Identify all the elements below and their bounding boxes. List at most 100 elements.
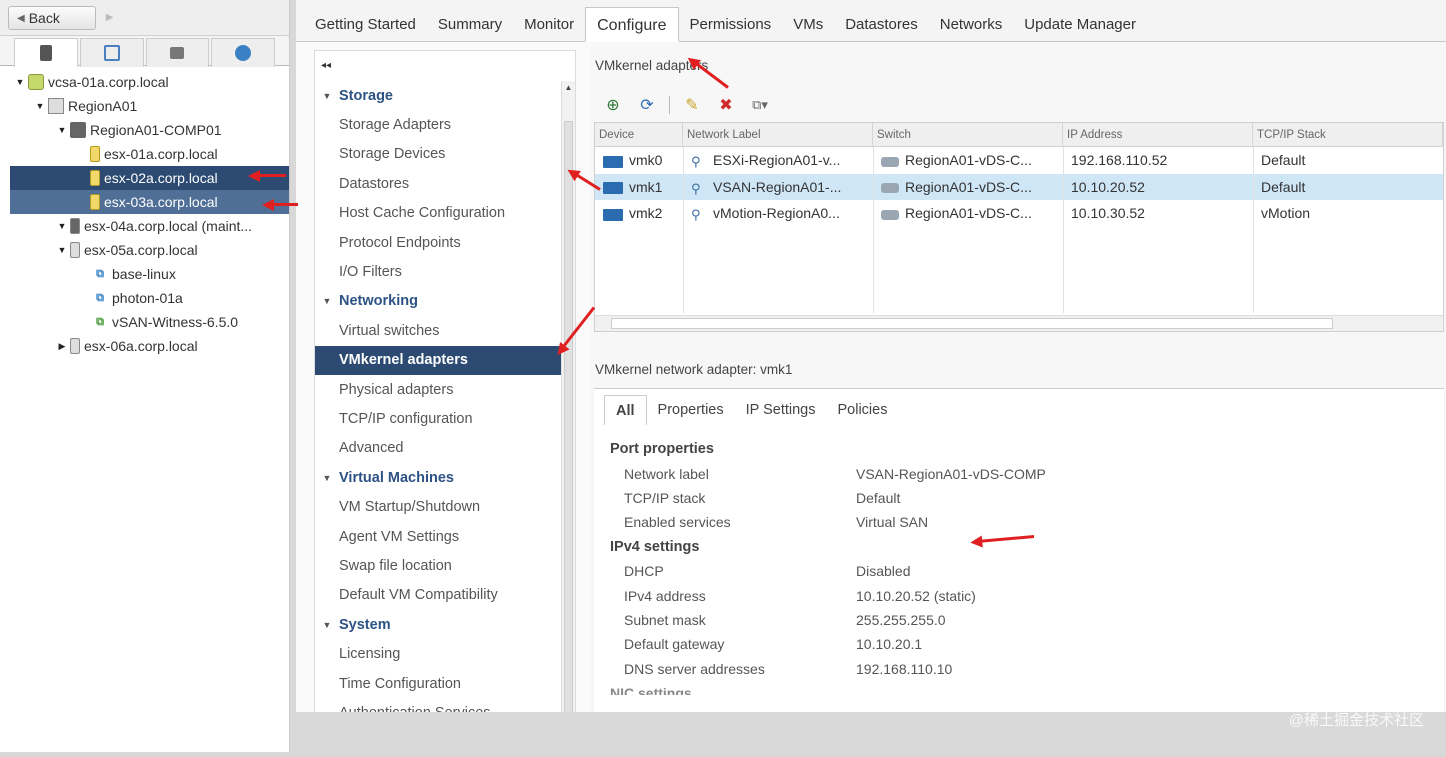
settings-item-virtual-switches[interactable]: Virtual switches xyxy=(315,316,575,345)
column-header-ip-address[interactable]: IP Address xyxy=(1063,123,1253,146)
settings-item-storage-adapters[interactable]: Storage Adapters xyxy=(315,110,575,139)
column-header-tcpip-stack[interactable]: TCP/IP Stack xyxy=(1253,123,1443,146)
settings-item-vmkernel-adapters[interactable]: VMkernel adapters xyxy=(315,345,575,375)
tree-item-vcenter[interactable]: ▼ vcsa-01a.corp.local xyxy=(0,70,289,94)
settings-item-tcpip-configuration[interactable]: TCP/IP configuration xyxy=(315,404,575,433)
cell-tcpip-stack: Default xyxy=(1261,152,1306,169)
tab-monitor[interactable]: Monitor xyxy=(513,9,585,41)
prop-key: DNS server addresses xyxy=(624,660,765,677)
table-row-selected[interactable]: vmk1 ⚲ VSAN-RegionA01-... RegionA01-vDS-C… xyxy=(595,173,1443,200)
settings-item-datastores[interactable]: Datastores xyxy=(315,169,575,198)
table-horizontal-scrollbar[interactable] xyxy=(595,315,1443,331)
tab-hosts-and-clusters[interactable] xyxy=(14,38,78,67)
section-storage[interactable]: ▼ Storage xyxy=(315,81,575,110)
edit-pencil-icon[interactable]: ✎ xyxy=(680,94,704,116)
settings-item-host-cache[interactable]: Host Cache Configuration xyxy=(315,199,575,228)
settings-scrollbar[interactable]: ▲ ▼ xyxy=(561,81,575,751)
tab-properties[interactable]: Properties xyxy=(647,395,735,425)
forward-button[interactable]: ▶ xyxy=(100,6,120,30)
settings-item-agent-vm[interactable]: Agent VM Settings xyxy=(315,522,575,551)
tab-storage[interactable] xyxy=(145,38,210,67)
tree-item-vm[interactable]: ⧉ photon-01a xyxy=(0,286,289,310)
cell-network-label: vMotion-RegionA0... xyxy=(713,205,840,222)
settings-item-time-configuration[interactable]: Time Configuration xyxy=(315,669,575,698)
tab-configure[interactable]: Configure xyxy=(585,7,679,42)
tab-ip-settings[interactable]: IP Settings xyxy=(735,395,827,425)
section-virtual-machines[interactable]: ▼ Virtual Machines xyxy=(315,463,575,492)
tree-item-label: esx-06a.corp.local xyxy=(84,338,198,354)
tab-permissions[interactable]: Permissions xyxy=(679,9,783,41)
cell-network-label: VSAN-RegionA01-... xyxy=(713,178,842,195)
more-actions-icon[interactable]: ⧉▾ xyxy=(748,94,772,116)
settings-item-swap-file[interactable]: Swap file location xyxy=(315,551,575,580)
tree-item-host-hover[interactable]: esx-03a.corp.local xyxy=(10,190,289,214)
section-networking[interactable]: ▼ Networking xyxy=(315,287,575,316)
tab-vms-and-templates[interactable] xyxy=(79,38,144,67)
nav-view-tabs xyxy=(0,36,289,67)
vmkernel-adapters-table: Device Network Label Switch IP Address T… xyxy=(594,122,1444,332)
back-button[interactable]: ◀ Back xyxy=(8,6,96,30)
settings-item-io-filters[interactable]: I/O Filters xyxy=(315,257,575,286)
tree-item-label: vcsa-01a.corp.local xyxy=(48,74,169,90)
section-system[interactable]: ▼ System xyxy=(315,610,575,639)
refresh-button[interactable]: ⟳ xyxy=(635,94,659,116)
collapse-list-button[interactable]: ◂◂ xyxy=(315,51,575,81)
tree-item-host[interactable]: ▼ esx-05a.corp.local xyxy=(0,238,289,262)
tree-item-label: RegionA01 xyxy=(68,98,138,114)
settings-item-physical-adapters[interactable]: Physical adapters xyxy=(315,375,575,404)
collapse-arrow-icon[interactable]: ▶ xyxy=(56,341,68,352)
expand-arrow-icon[interactable]: ▼ xyxy=(56,245,68,255)
settings-item-protocol-endpoints[interactable]: Protocol Endpoints xyxy=(315,228,575,257)
table-row[interactable]: vmk2 ⚲ vMotion-RegionA0... RegionA01-vDS-… xyxy=(595,200,1443,227)
column-header-switch[interactable]: Switch xyxy=(873,123,1063,146)
column-header-network-label[interactable]: Network Label xyxy=(683,123,873,146)
configure-settings-list: ◂◂ ▼ Storage Storage Adapters Storage De… xyxy=(314,50,576,752)
tab-networks[interactable]: Networks xyxy=(929,9,1014,41)
settings-item-storage-devices[interactable]: Storage Devices xyxy=(315,140,575,169)
table-row[interactable]: vmk0 ⚲ ESXi-RegionA01-v... RegionA01-vDS-… xyxy=(595,147,1443,174)
tree-item-cluster[interactable]: ▼ RegionA01-COMP01 xyxy=(0,118,289,142)
tree-item-datacenter[interactable]: ▼ RegionA01 xyxy=(0,94,289,118)
expand-arrow-icon[interactable]: ▼ xyxy=(56,221,68,231)
switch-icon xyxy=(881,183,899,194)
tree-item-host[interactable]: ▶ esx-06a.corp.local xyxy=(0,334,289,358)
host-warning-icon xyxy=(90,194,100,210)
host-maintenance-icon xyxy=(70,218,80,234)
expand-arrow-icon[interactable]: ▼ xyxy=(34,101,46,111)
tab-datastores[interactable]: Datastores xyxy=(834,9,929,41)
tab-policies[interactable]: Policies xyxy=(826,395,898,425)
host-icon xyxy=(70,338,80,354)
vms-and-templates-icon xyxy=(103,45,120,61)
remove-icon[interactable]: ✖ xyxy=(714,94,738,116)
prop-value: Disabled xyxy=(856,563,911,580)
properties-list: Port properties Network label VSAN-Regio… xyxy=(594,427,1444,695)
scrollbar-thumb[interactable] xyxy=(564,121,573,731)
tab-update-manager[interactable]: Update Manager xyxy=(1013,9,1147,41)
scrollbar-thumb[interactable] xyxy=(611,318,1333,329)
scroll-up-arrow-icon[interactable]: ▲ xyxy=(562,83,575,92)
adapter-toolbar: ⊕ ⟳ ✎ ✖ ⧉▾ xyxy=(601,94,772,116)
tree-item-host[interactable]: esx-01a.corp.local xyxy=(0,142,289,166)
tree-item-label: photon-01a xyxy=(112,290,183,306)
settings-item-vm-startup[interactable]: VM Startup/Shutdown xyxy=(315,492,575,521)
settings-item-licensing[interactable]: Licensing xyxy=(315,639,575,668)
settings-item-vm-compatibility[interactable]: Default VM Compatibility xyxy=(315,581,575,610)
vm-icon: ⧉ xyxy=(96,291,104,304)
column-divider xyxy=(1253,147,1254,313)
tree-item-host[interactable]: ▼ esx-04a.corp.local (maint... xyxy=(0,214,289,238)
prop-key: TCP/IP stack xyxy=(624,489,706,506)
tab-vms[interactable]: VMs xyxy=(782,9,834,41)
settings-item-advanced[interactable]: Advanced xyxy=(315,434,575,463)
tab-getting-started[interactable]: Getting Started xyxy=(304,9,427,41)
bottom-status-bar xyxy=(296,712,1446,752)
expand-arrow-icon[interactable]: ▼ xyxy=(14,77,26,87)
tab-networking[interactable] xyxy=(211,38,275,67)
tab-summary[interactable]: Summary xyxy=(427,9,513,41)
tree-item-vm[interactable]: ⧉ base-linux xyxy=(0,262,289,286)
vmkernel-nic-icon xyxy=(603,182,623,195)
column-header-device[interactable]: Device xyxy=(595,123,683,146)
add-networking-button[interactable]: ⊕ xyxy=(601,94,625,116)
expand-arrow-icon[interactable]: ▼ xyxy=(56,125,68,135)
tree-item-vm[interactable]: ⧉ vSAN-Witness-6.5.0 xyxy=(0,310,289,334)
tab-all[interactable]: All xyxy=(604,395,647,425)
